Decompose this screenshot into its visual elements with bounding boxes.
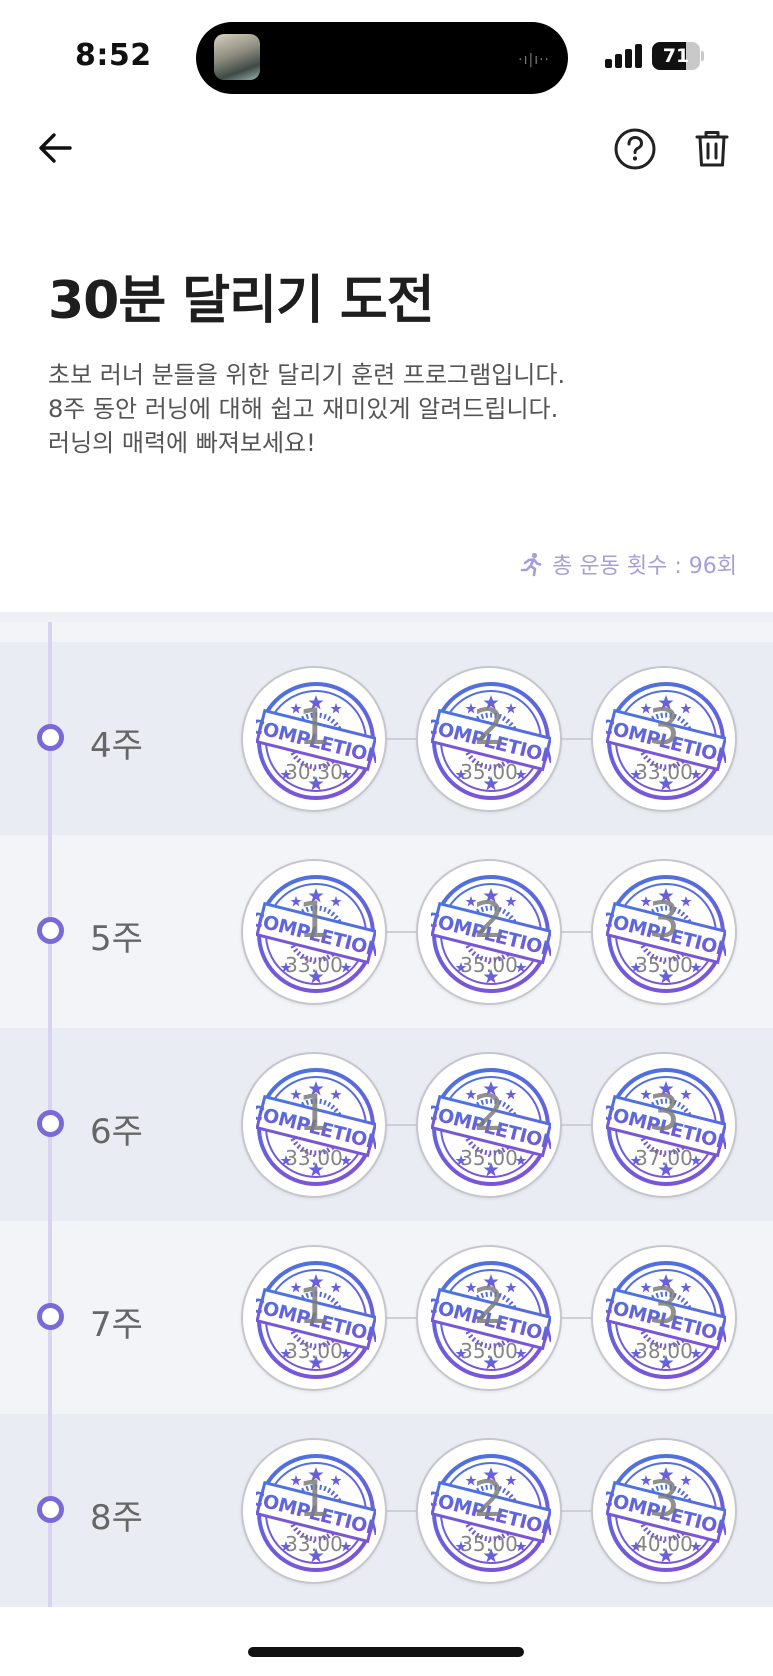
dynamic-island[interactable]: ·ı|ı·· xyxy=(196,22,568,94)
trash-icon xyxy=(695,131,729,167)
session-duration: 35:00 xyxy=(460,953,518,977)
week-label: 6주 xyxy=(90,1112,143,1152)
home-indicator[interactable] xyxy=(248,1647,524,1657)
week-row: 7주 COMPLETION 1 33:00 COMPLETION 2 35:00… xyxy=(0,1221,773,1414)
session-badge[interactable]: COMPLETION 2 35:00 xyxy=(416,1245,562,1391)
page-title: 30분 달리기 도전 xyxy=(48,271,435,331)
session-number: 3 xyxy=(648,698,680,756)
timeline-dot xyxy=(37,1496,64,1523)
session-connector xyxy=(387,1510,417,1512)
session-badge[interactable]: COMPLETION 1 33:00 xyxy=(241,1052,387,1198)
session-number: 3 xyxy=(648,891,680,949)
running-icon xyxy=(520,552,542,577)
session-duration: 33:00 xyxy=(285,1146,343,1170)
arrow-left-icon xyxy=(39,133,72,163)
description-line: 러닝의 매력에 빠져보세요! xyxy=(48,429,316,457)
session-duration: 40:00 xyxy=(635,1532,693,1556)
session-badge[interactable]: COMPLETION 2 35:00 xyxy=(416,1438,562,1584)
help-button[interactable] xyxy=(612,126,658,172)
timeline-dot xyxy=(37,1303,64,1330)
session-number: 3 xyxy=(648,1277,680,1335)
list-header-band xyxy=(0,612,773,642)
week-row: 8주 COMPLETION 1 33:00 COMPLETION 2 35:00… xyxy=(0,1414,773,1607)
week-label: 8주 xyxy=(90,1498,143,1538)
session-number: 2 xyxy=(473,1084,505,1142)
session-number: 2 xyxy=(473,1470,505,1528)
timeline-dot xyxy=(37,1110,64,1137)
bottom-area xyxy=(0,1607,773,1676)
week-row: 4주 COMPLETION 1 30:30 COMPLETION 2 35:00… xyxy=(0,642,773,835)
session-duration: 33:00 xyxy=(285,953,343,977)
session-duration: 30:30 xyxy=(285,760,343,784)
session-badge[interactable]: COMPLETION 1 33:00 xyxy=(241,859,387,1005)
session-connector xyxy=(387,931,417,933)
session-connector xyxy=(562,1124,592,1126)
timeline-dot xyxy=(37,917,64,944)
now-playing-thumbnail xyxy=(214,34,260,80)
question-circle-icon xyxy=(614,128,656,170)
session-duration: 35:00 xyxy=(460,760,518,784)
session-connector xyxy=(387,738,417,740)
session-badge[interactable]: COMPLETION 3 33:00 xyxy=(591,666,737,812)
session-duration: 35:00 xyxy=(460,1339,518,1363)
week-label: 7주 xyxy=(90,1305,143,1345)
total-workout-count: 총 운동 횟수 : 96회 xyxy=(518,548,737,580)
session-number: 1 xyxy=(298,698,330,756)
week-row: 5주 COMPLETION 1 33:00 COMPLETION 2 35:00… xyxy=(0,835,773,1028)
session-connector xyxy=(387,1124,417,1126)
session-number: 1 xyxy=(298,1084,330,1142)
session-duration: 35:00 xyxy=(460,1532,518,1556)
session-badge[interactable]: COMPLETION 1 33:00 xyxy=(241,1245,387,1391)
signal-icon xyxy=(605,44,643,68)
back-button[interactable] xyxy=(34,124,80,170)
week-row: 6주 COMPLETION 1 33:00 COMPLETION 2 35:00… xyxy=(0,1028,773,1221)
session-badge[interactable]: COMPLETION 2 35:00 xyxy=(416,666,562,812)
session-duration: 35:00 xyxy=(460,1146,518,1170)
program-description: 초보 러너 분들을 위한 달리기 훈련 프로그램입니다. 8주 동안 러닝에 대… xyxy=(48,358,728,460)
session-duration: 37:00 xyxy=(635,1146,693,1170)
session-duration: 35:00 xyxy=(635,953,693,977)
session-badge[interactable]: COMPLETION 2 35:00 xyxy=(416,859,562,1005)
week-label: 5주 xyxy=(90,919,143,959)
session-number: 3 xyxy=(648,1084,680,1142)
session-number: 2 xyxy=(473,698,505,756)
session-duration: 38:00 xyxy=(635,1339,693,1363)
session-number: 2 xyxy=(473,1277,505,1335)
delete-button[interactable] xyxy=(690,126,734,172)
session-badge[interactable]: COMPLETION 3 35:00 xyxy=(591,859,737,1005)
session-connector xyxy=(562,931,592,933)
timeline-dot xyxy=(37,724,64,751)
description-line: 초보 러너 분들을 위한 달리기 훈련 프로그램입니다. xyxy=(48,361,566,389)
week-label: 4주 xyxy=(90,726,143,766)
session-duration: 33:00 xyxy=(285,1532,343,1556)
session-number: 1 xyxy=(298,1277,330,1335)
session-connector xyxy=(562,1510,592,1512)
description-line: 8주 동안 러닝에 대해 쉽고 재미있게 알려드립니다. xyxy=(48,395,559,423)
status-bar: 8:52 ·ı|ı·· 71 xyxy=(0,0,773,110)
session-duration: 33:00 xyxy=(635,760,693,784)
status-time: 8:52 xyxy=(75,38,152,73)
total-count-text: 총 운동 횟수 : 96회 xyxy=(552,554,737,579)
session-badge[interactable]: COMPLETION 2 35:00 xyxy=(416,1052,562,1198)
session-duration: 33:00 xyxy=(285,1339,343,1363)
session-badge[interactable]: COMPLETION 3 38:00 xyxy=(591,1245,737,1391)
session-badge[interactable]: COMPLETION 1 33:00 xyxy=(241,1438,387,1584)
battery-level: 71 xyxy=(662,45,690,67)
session-number: 3 xyxy=(648,1470,680,1528)
session-number: 1 xyxy=(298,1470,330,1528)
battery-icon: 71 xyxy=(652,42,704,70)
audio-wave-icon: ·ı|ı·· xyxy=(518,52,550,68)
session-connector xyxy=(387,1317,417,1319)
session-badge[interactable]: COMPLETION 3 40:00 xyxy=(591,1438,737,1584)
session-connector xyxy=(562,738,592,740)
session-number: 2 xyxy=(473,891,505,949)
session-badge[interactable]: COMPLETION 3 37:00 xyxy=(591,1052,737,1198)
session-badge[interactable]: COMPLETION 1 30:30 xyxy=(241,666,387,812)
session-number: 1 xyxy=(298,891,330,949)
session-connector xyxy=(562,1317,592,1319)
